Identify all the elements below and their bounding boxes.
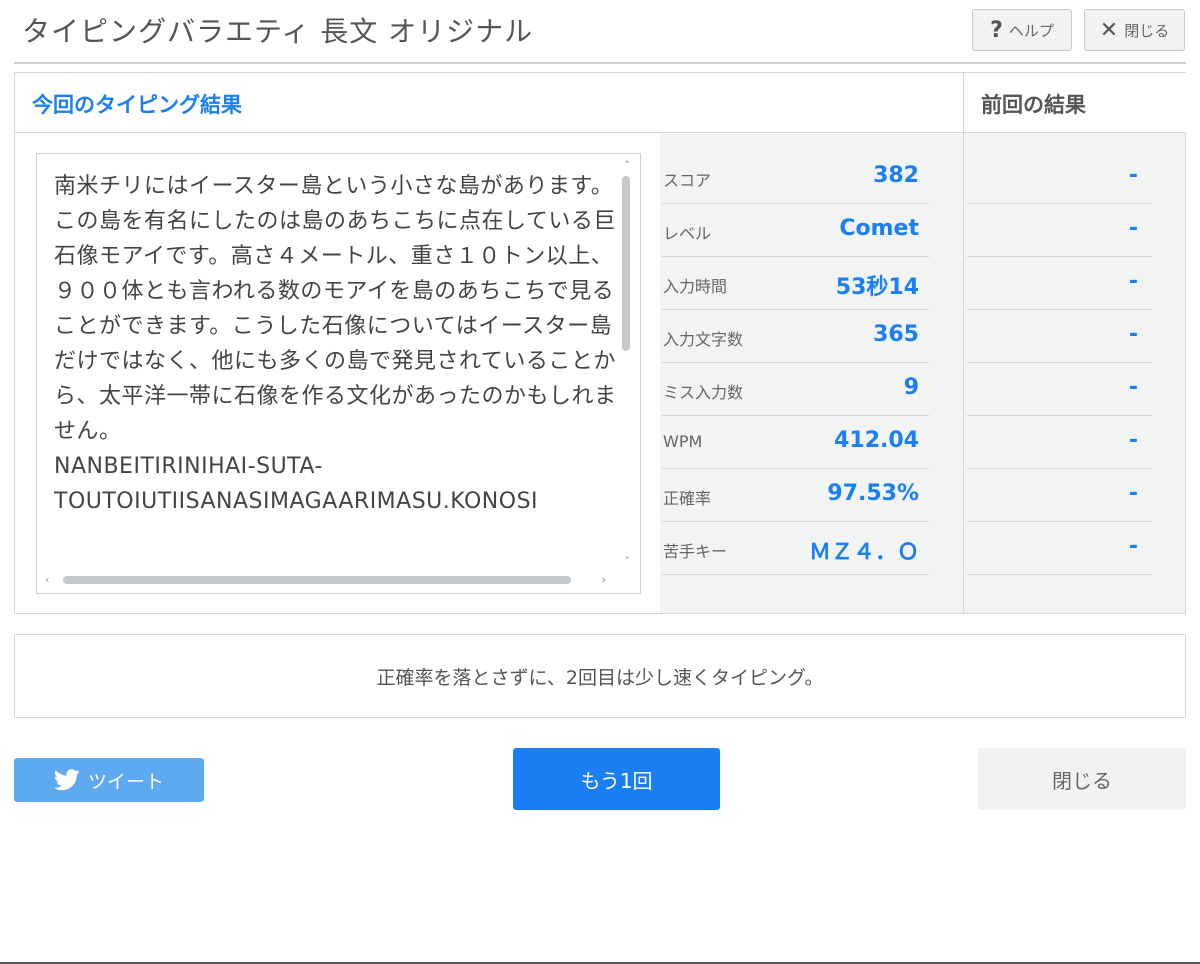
scroll-left-arrow-icon[interactable]: ‹ xyxy=(45,574,49,585)
stat-row-time: 入力時間 53秒14 xyxy=(662,257,929,310)
previous-row-level: - xyxy=(967,204,1152,257)
advice-message: 正確率を落とさずに、2回目は少し速くタイピング。 xyxy=(14,634,1186,718)
stat-value: ＭＺ４．Ｏ xyxy=(808,540,919,565)
close-button-top[interactable]: ✕ 閉じる xyxy=(1084,9,1185,51)
close-button-bottom[interactable]: 閉じる xyxy=(978,748,1186,810)
previous-row-score: - xyxy=(967,151,1152,204)
scroll-down-arrow-icon[interactable]: ˅ xyxy=(625,556,631,567)
previous-results-header: 前回の結果 xyxy=(964,73,1186,133)
header: タイピングバラエティ 長文 オリジナル ? ヘルプ ✕ 閉じる xyxy=(0,0,1200,64)
previous-results-title: 前回の結果 xyxy=(981,93,1086,117)
typed-text-box[interactable]: 南米チリにはイースター島という小さな島があります。この島を有名にしたのは島のあち… xyxy=(36,153,641,594)
stat-row-wpm: WPM 412.04 xyxy=(662,416,929,469)
stat-value: 382 xyxy=(873,163,919,188)
stat-row-weak-keys: 苦手キー ＭＺ４．Ｏ xyxy=(662,522,929,575)
stat-label: レベル xyxy=(663,224,712,243)
stat-label: スコア xyxy=(663,171,712,190)
tweet-button[interactable]: ツイート xyxy=(14,758,204,802)
stat-row-chars: 入力文字数 365 xyxy=(662,310,929,363)
stat-value: Comet xyxy=(839,216,919,241)
stat-row-level: レベル Comet xyxy=(662,204,929,257)
previous-value: - xyxy=(1128,269,1138,294)
stat-label: ミス入力数 xyxy=(663,383,744,402)
current-results-header: 今回のタイピング結果 xyxy=(15,73,963,133)
horizontal-scrollbar[interactable] xyxy=(63,576,571,584)
current-results-title: 今回のタイピング結果 xyxy=(32,93,242,117)
twitter-bird-icon xyxy=(53,769,80,791)
previous-row-time: - xyxy=(967,257,1152,310)
scroll-up-arrow-icon[interactable]: ˄ xyxy=(625,160,631,171)
stat-value: 412.04 xyxy=(834,428,919,453)
stat-row-misses: ミス入力数 9 xyxy=(662,363,929,416)
previous-row-chars: - xyxy=(967,310,1152,363)
retry-button[interactable]: もう1回 xyxy=(513,748,720,810)
stat-value: 97.53% xyxy=(827,481,919,506)
previous-value: - xyxy=(1128,428,1138,453)
typed-text-japanese: 南米チリにはイースター島という小さな島があります。この島を有名にしたのは島のあち… xyxy=(54,174,617,444)
stat-value: 9 xyxy=(903,375,919,400)
previous-row-accuracy: - xyxy=(967,469,1152,522)
stat-row-accuracy: 正確率 97.53% xyxy=(662,469,929,522)
previous-value: - xyxy=(1128,534,1138,559)
stat-value: 53秒14 xyxy=(835,275,919,300)
stat-label: 入力時間 xyxy=(663,277,728,296)
previous-row-misses: - xyxy=(967,363,1152,416)
typed-text-content: 南米チリにはイースター島という小さな島があります。この島を有名にしたのは島のあち… xyxy=(54,169,622,572)
close-button-top-label: 閉じる xyxy=(1124,21,1170,40)
previous-value: - xyxy=(1128,322,1138,347)
tweet-button-label: ツイート xyxy=(87,770,164,793)
stat-label: 入力文字数 xyxy=(663,330,744,349)
stat-label: 正確率 xyxy=(663,489,712,508)
typed-text-romaji: NANBEITIRINIHAI-SUTA- TOUTOIUTIISANASIMA… xyxy=(54,454,539,514)
stat-value: 365 xyxy=(873,322,919,347)
previous-value: - xyxy=(1128,481,1138,506)
stat-row-score: スコア 382 xyxy=(662,151,929,204)
help-button-label: ヘルプ xyxy=(1008,21,1054,40)
help-button[interactable]: ? ヘルプ xyxy=(972,9,1072,51)
previous-row-wpm: - xyxy=(967,416,1152,469)
previous-value: - xyxy=(1128,375,1138,400)
close-icon: ✕ xyxy=(1099,17,1119,43)
previous-value: - xyxy=(1128,216,1138,241)
previous-row-weak-keys: - xyxy=(967,522,1152,575)
scroll-right-arrow-icon[interactable]: › xyxy=(602,574,606,585)
previous-value: - xyxy=(1128,163,1138,188)
results-page: タイピングバラエティ 長文 オリジナル ? ヘルプ ✕ 閉じる 今回のタイピング… xyxy=(0,0,1200,964)
header-divider xyxy=(14,62,1186,64)
stat-label: WPM xyxy=(663,432,703,451)
stat-label: 苦手キー xyxy=(663,542,728,561)
app-title: タイピングバラエティ 長文 オリジナル xyxy=(22,15,534,48)
vertical-scrollbar[interactable] xyxy=(622,176,630,351)
question-icon: ? xyxy=(990,17,1003,43)
